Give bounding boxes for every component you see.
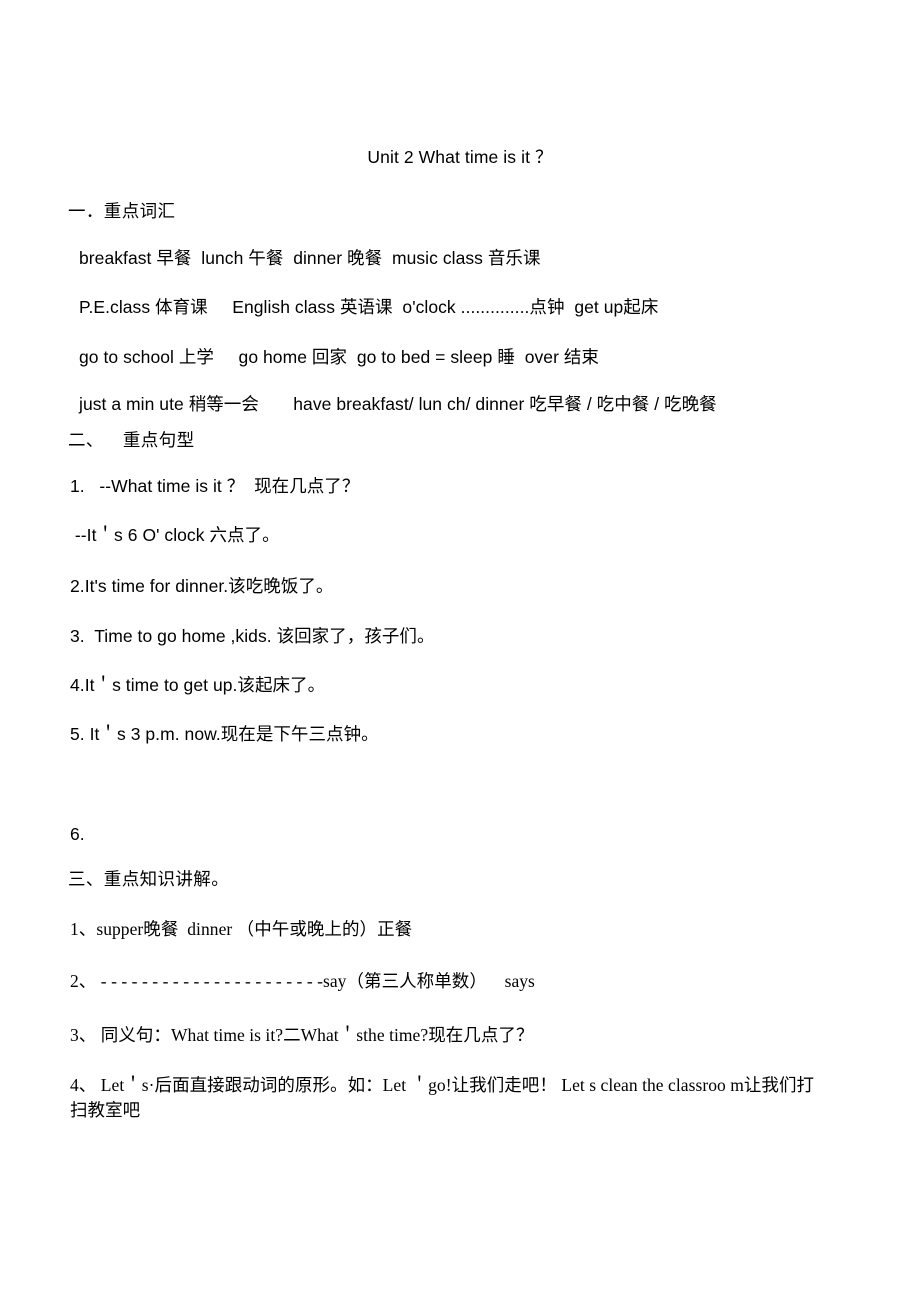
- sentence-pattern-item-2: 2.It's time for dinner.该吃晚饭了。: [70, 576, 334, 596]
- key-point-item-1: 1、supper晚餐 dinner （中午或晚上的）正餐: [70, 919, 413, 939]
- document-page: Unit 2 What time is it ？ 一．重点词汇 breakfas…: [0, 0, 920, 1303]
- vocabulary-line-1: breakfast 早餐 lunch 午餐 dinner 晚餐 music cl…: [79, 248, 541, 268]
- vocabulary-line-2: P.E.class 体育课 English class 英语课 o'clock …: [79, 297, 659, 317]
- key-point-item-2: 2、 - - - - - - - - - - - - - - - - - - -…: [70, 971, 535, 991]
- sentence-pattern-item-6: 6.: [70, 824, 85, 844]
- key-point-item-4: 4、 Let＇s·后面直接跟动词的原形。如：Let ＇go!让我们走吧！ Let…: [70, 1075, 815, 1120]
- page-title: Unit 2 What time is it ？: [367, 147, 553, 167]
- section-heading-sentence-patterns: 二、 重点句型: [68, 430, 195, 450]
- sentence-pattern-item-1: 1. --What time is it ？ 现在几点了？: [70, 476, 360, 496]
- sentence-pattern-item-1-answer: --It＇s 6 O' clock 六点了。: [70, 525, 280, 545]
- vocabulary-line-4: just a min ute 稍等一会 have breakfast/ lun …: [79, 394, 717, 414]
- sentence-pattern-item-5: 5. It＇s 3 p.m. now.现在是下午三点钟。: [70, 724, 379, 744]
- section-heading-vocabulary: 一．重点词汇: [68, 201, 176, 221]
- key-point-item-3: 3、 同义句：What time is it?二What＇sthe time?现…: [70, 1025, 534, 1045]
- vocabulary-line-3: go to school 上学 go home 回家 go to bed = s…: [79, 347, 599, 367]
- section-heading-key-points: 三、重点知识讲解。: [68, 869, 230, 889]
- sentence-pattern-item-4: 4.It＇s time to get up.该起床了。: [70, 675, 326, 695]
- sentence-pattern-item-3: 3. Time to go home ,kids. 该回家了，孩子们。: [70, 626, 435, 646]
